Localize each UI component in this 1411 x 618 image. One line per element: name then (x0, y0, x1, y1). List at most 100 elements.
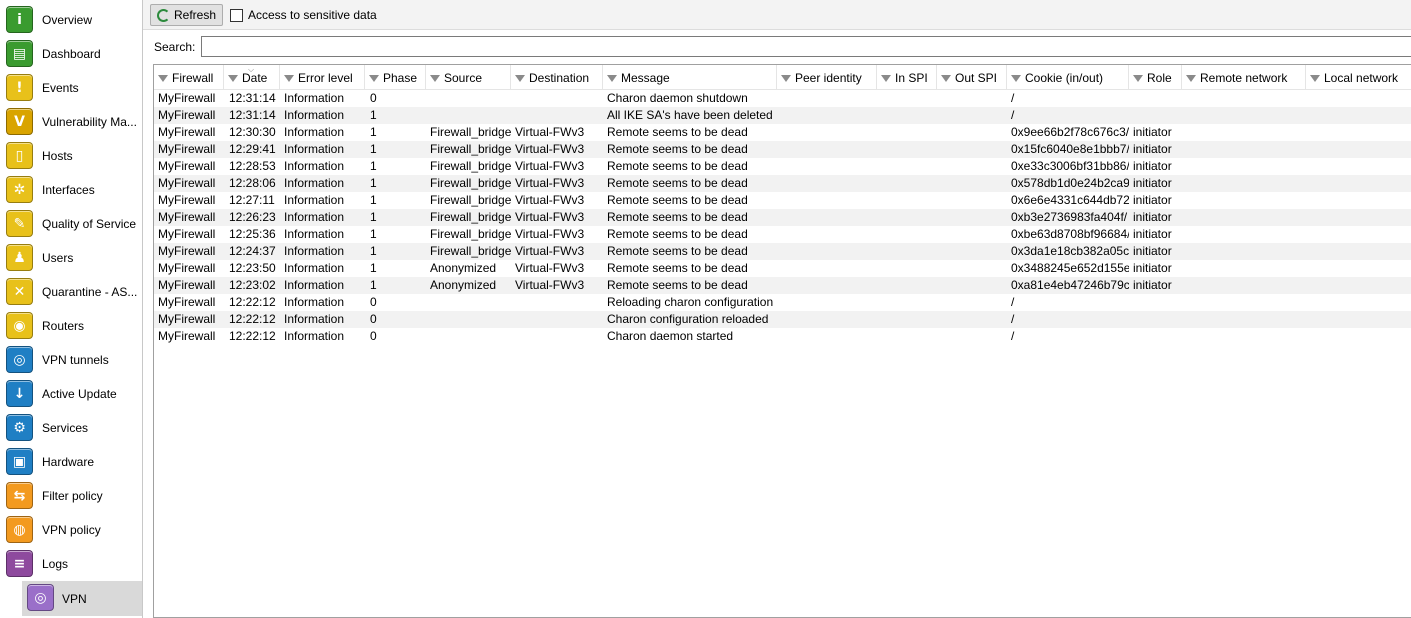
filter-icon[interactable] (1011, 75, 1021, 82)
filter-icon[interactable] (1310, 75, 1320, 82)
column-header-phase[interactable]: Phase (365, 65, 426, 90)
table-row[interactable]: MyFirewall 12:23:50 Information 1 Anonymized… (154, 260, 1411, 277)
column-header-cookie-in-out[interactable]: Cookie (in/out) (1007, 65, 1129, 90)
column-header-peer-identity[interactable]: Peer identity (777, 65, 877, 90)
refresh-icon (157, 8, 170, 22)
sidebar-item-interfaces[interactable]: ✲ Interfaces (0, 173, 142, 207)
table-row[interactable]: MyFirewall 12:22:12 Information 0 Charon dae… (154, 328, 1411, 345)
cell-destination: Virtual-FWv3 (515, 261, 585, 275)
table-row[interactable]: MyFirewall 12:25:36 Information 1 Firewall_b… (154, 226, 1411, 243)
filter-icon[interactable] (941, 75, 951, 82)
filter-icon[interactable] (284, 75, 294, 82)
filter-icon[interactable] (781, 75, 791, 82)
sidebar-item-routers[interactable]: ◉ Routers (0, 309, 142, 343)
table-row[interactable]: MyFirewall 12:31:14 Information 1 All IKE SA… (154, 107, 1411, 124)
table-row[interactable]: MyFirewall 12:28:06 Information 1 Firewall_b… (154, 175, 1411, 192)
table-row[interactable]: MyFirewall 12:26:23 Information 1 Firewall_b… (154, 209, 1411, 226)
cell-phase: 1 (370, 125, 377, 139)
filter-icon[interactable] (881, 75, 891, 82)
column-header-destination[interactable]: Destination (511, 65, 603, 90)
search-input[interactable] (201, 36, 1411, 57)
cell-date: 12:22:12 (229, 329, 276, 343)
table-row[interactable]: MyFirewall 12:31:14 Information 0 Charon dae… (154, 90, 1411, 107)
cell-role: initiator (1133, 159, 1172, 173)
sidebar-item-dashboard[interactable]: ▤ Dashboard (0, 37, 142, 71)
cell-cookie-in-out: 0xa81e4eb47246b79c/ (1011, 278, 1129, 292)
column-header-source[interactable]: Source (426, 65, 511, 90)
filter-icon[interactable] (228, 75, 238, 82)
refresh-button[interactable]: Refresh (150, 4, 223, 26)
table-row[interactable]: MyFirewall 12:23:02 Information 1 Anonymized… (154, 277, 1411, 294)
column-header-date[interactable]: Date ⌵ (224, 65, 280, 90)
sidebar-item-active-update[interactable]: ↓ Active Update (0, 377, 142, 411)
column-header-local-network[interactable]: Local network (1306, 65, 1411, 90)
sidebar-item-quality-of-service[interactable]: ✎ Quality of Service (0, 207, 142, 241)
sidebar-subitem-vpn[interactable]: ◎ VPN (22, 581, 142, 616)
table-row[interactable]: MyFirewall 12:30:30 Information 1 Firewall_b… (154, 124, 1411, 141)
sidebar-item-label: VPN tunnels (42, 353, 109, 367)
cell-firewall: MyFirewall (158, 261, 216, 275)
cell-error-level: Information (284, 329, 345, 343)
sidebar-item-services[interactable]: ⚙ Services (0, 411, 142, 445)
filter-icon[interactable] (607, 75, 617, 82)
cell-firewall: MyFirewall (158, 108, 216, 122)
filter-icon[interactable] (1133, 75, 1143, 82)
column-header-role[interactable]: Role (1129, 65, 1182, 90)
column-header-error-level[interactable]: Error level (280, 65, 365, 90)
sidebar-item-logs[interactable]: ≡ Logs (0, 547, 142, 581)
table-row[interactable]: MyFirewall 12:22:12 Information 0 Reloading … (154, 294, 1411, 311)
column-header-message[interactable]: Message (603, 65, 777, 90)
sidebar-item-vpn-policy[interactable]: ◍ VPN policy (0, 513, 142, 547)
cell-phase: 0 (370, 295, 377, 309)
cell-phase: 1 (370, 108, 377, 122)
events-icon: ! (6, 74, 33, 101)
column-header-out-spi[interactable]: Out SPI (937, 65, 1007, 90)
cell-role: initiator (1133, 193, 1172, 207)
table-row[interactable]: MyFirewall 12:27:11 Information 1 Firewall_b… (154, 192, 1411, 209)
sidebar-item-hosts[interactable]: ▯ Hosts (0, 139, 142, 173)
table-row[interactable]: MyFirewall 12:29:41 Information 1 Firewall_b… (154, 141, 1411, 158)
cell-destination: Virtual-FWv3 (515, 176, 585, 190)
cell-date: 12:23:02 (229, 278, 276, 292)
filter-icon[interactable] (515, 75, 525, 82)
cell-date: 12:31:14 (229, 91, 276, 105)
sidebar-item-events[interactable]: ! Events (0, 71, 142, 105)
table-row[interactable]: MyFirewall 12:28:53 Information 1 Firewall_b… (154, 158, 1411, 175)
filter-icon[interactable] (1186, 75, 1196, 82)
cell-source: Firewall_bridge (430, 142, 511, 156)
column-header-label: Firewall (172, 70, 214, 85)
log-table: Firewall Date ⌵ Error level Phase Source Desti… (153, 64, 1411, 618)
cell-destination: Virtual-FWv3 (515, 210, 585, 224)
table-row[interactable]: MyFirewall 12:24:37 Information 1 Firewall_b… (154, 243, 1411, 260)
sidebar-item-quarantine-as[interactable]: ✕ Quarantine - AS... (0, 275, 142, 309)
filter-icon[interactable] (369, 75, 379, 82)
sensitive-data-checkbox[interactable] (230, 8, 243, 22)
table-row[interactable]: MyFirewall 12:22:12 Information 0 Charon con… (154, 311, 1411, 328)
sidebar-item-overview[interactable]: i Overview (0, 3, 142, 37)
cell-firewall: MyFirewall (158, 329, 216, 343)
sensitive-data-toggle[interactable]: Access to sensitive data (230, 8, 377, 22)
sidebar-subitem-label: VPN (62, 592, 87, 606)
cell-message: Remote seems to be dead (607, 142, 748, 156)
cell-firewall: MyFirewall (158, 227, 216, 241)
sidebar-item-vpn-tunnels[interactable]: ◎ VPN tunnels (0, 343, 142, 377)
cell-phase: 1 (370, 142, 377, 156)
cell-firewall: MyFirewall (158, 278, 216, 292)
sidebar-item-label: Vulnerability Ma... (42, 115, 137, 129)
cell-error-level: Information (284, 193, 345, 207)
sidebar-item-users[interactable]: ♟ Users (0, 241, 142, 275)
column-header-remote-network[interactable]: Remote network (1182, 65, 1306, 90)
sidebar-item-hardware[interactable]: ▣ Hardware (0, 445, 142, 479)
filter-policy-icon: ⇆ (6, 482, 33, 509)
cell-firewall: MyFirewall (158, 193, 216, 207)
sidebar-item-filter-policy[interactable]: ⇆ Filter policy (0, 479, 142, 513)
filter-icon[interactable] (430, 75, 440, 82)
cell-message: All IKE SA's have been deleted (607, 108, 773, 122)
filter-icon[interactable] (158, 75, 168, 82)
column-header-in-spi[interactable]: In SPI (877, 65, 937, 90)
cell-message: Remote seems to be dead (607, 261, 748, 275)
sidebar-item-vulnerability-ma[interactable]: V Vulnerability Ma... (0, 105, 142, 139)
sidebar-item-label: Dashboard (42, 47, 101, 61)
toolbar: Refresh Access to sensitive data (143, 0, 1411, 30)
column-header-firewall[interactable]: Firewall (154, 65, 224, 90)
